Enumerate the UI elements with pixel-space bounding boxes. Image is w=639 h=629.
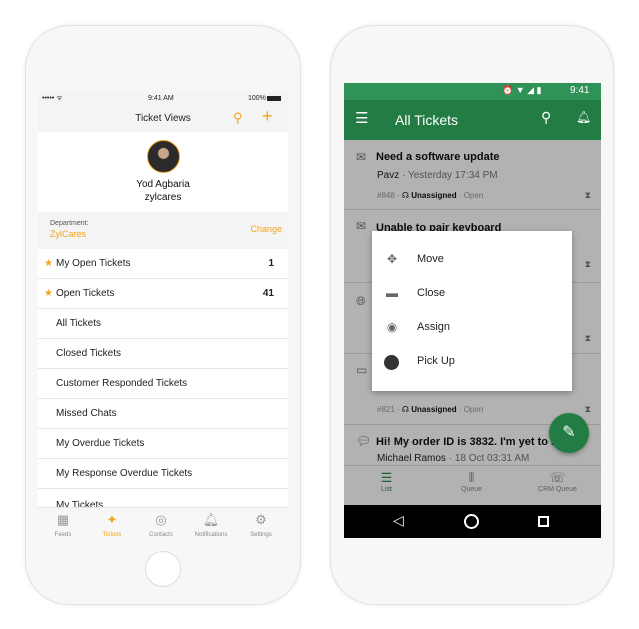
tab-contacts[interactable]: ◎ Contacts <box>136 508 186 538</box>
nav-bar: Ticket Views ⚲ + <box>38 105 288 132</box>
battery-icon <box>267 96 281 101</box>
ticket-close-icon: ▬ <box>386 286 398 300</box>
view-row[interactable]: Missed Chats <box>38 399 288 429</box>
bell-icon: 🔔︎ <box>202 512 220 527</box>
star-icon: ★ <box>44 288 53 299</box>
view-label: Missed Chats <box>56 408 117 419</box>
tab-label: Notifications <box>194 532 228 538</box>
view-label: My Open Tickets <box>56 258 131 269</box>
menu-item-assign[interactable]: ◉ Assign <box>372 311 572 345</box>
view-row[interactable]: My Response Overdue Tickets <box>38 459 288 489</box>
menu-label: Move <box>417 253 444 265</box>
fab-new-ticket[interactable]: ✎ <box>549 413 589 453</box>
profile-section: Yod Agbaria zylcares <box>38 132 288 212</box>
department-row: Department: ZylCares Change <box>38 212 288 248</box>
view-label: Closed Tickets <box>56 348 122 359</box>
menu-item-close[interactable]: ▬ Close <box>372 277 572 311</box>
department-value: ZylCares <box>50 229 87 239</box>
status-time: 9:41 <box>570 85 590 96</box>
bell-icon[interactable]: 🔔︎ <box>576 110 591 124</box>
view-row[interactable]: Customer Responded Tickets <box>38 369 288 399</box>
tab-label: Contacts <box>149 532 173 538</box>
change-department-button[interactable]: Change <box>250 224 282 234</box>
view-count: 1 <box>268 258 274 269</box>
star-icon: ★ <box>44 258 53 269</box>
action-menu: ✥ Move ▬ Close ◉ Assign Pick Up <box>372 231 572 391</box>
view-label: All Tickets <box>56 318 102 329</box>
search-icon[interactable]: ⚲ <box>541 109 551 126</box>
status-battery: 100% <box>248 95 266 102</box>
menu-item-pick-up[interactable]: Pick Up <box>372 345 572 379</box>
assign-icon: ◉ <box>386 320 398 334</box>
avatar[interactable] <box>147 140 180 173</box>
tab-label: Tickets <box>102 532 122 538</box>
tab-settings[interactable]: ⚙ Settings <box>236 508 286 538</box>
page-title: Ticket Views <box>135 113 191 124</box>
status-icons: ⏰ ▼ ◢ ▮ <box>502 85 542 95</box>
android-nav-bar: ◁ <box>344 505 601 538</box>
ios-tab-bar: ▦ Feeds ✦ Tickets ◎ Contacts 🔔︎ Notification… <box>38 507 288 540</box>
tickets-icon: ✦ <box>106 512 118 527</box>
view-row[interactable]: My Overdue Tickets <box>38 429 288 459</box>
tab-label: Feeds <box>54 532 72 538</box>
view-row-open-tickets[interactable]: ★ Open Tickets 41 <box>38 279 288 309</box>
signal-icon: ••••• ᯤ <box>42 95 63 102</box>
view-count: 41 <box>262 288 274 299</box>
menu-label: Pick Up <box>417 355 455 367</box>
ios-status-bar: ••••• ᯤ 9:41 AM 100% <box>38 92 288 105</box>
home-icon[interactable] <box>464 514 479 529</box>
department-label: Department: <box>50 220 89 227</box>
view-label: Open Tickets <box>56 288 115 299</box>
view-row[interactable]: Closed Tickets <box>38 339 288 369</box>
status-time: 9:41 AM <box>148 95 174 102</box>
android-status-bar: ⏰ ▼ ◢ ▮ 9:41 <box>344 83 601 100</box>
android-screen: ⏰ ▼ ◢ ▮ 9:41 ☰ All Tickets ⚲ 🔔︎ ✉ Need a… <box>344 83 601 538</box>
view-row[interactable]: All Tickets <box>38 309 288 339</box>
recents-icon[interactable] <box>538 516 549 527</box>
view-label: Customer Responded Tickets <box>56 378 188 389</box>
page-title: All Tickets <box>395 112 459 128</box>
menu-label: Close <box>417 287 446 299</box>
profile-org: zylcares <box>144 192 182 203</box>
menu-item-move[interactable]: ✥ Move <box>372 243 572 277</box>
profile-name: Yod Agbaria <box>136 179 190 190</box>
tab-notifications[interactable]: 🔔︎ Notifications <box>186 508 236 538</box>
tab-tickets[interactable]: ✦ Tickets <box>87 508 137 538</box>
feeds-icon: ▦ <box>56 512 70 527</box>
toolbar: ☰ All Tickets ⚲ 🔔︎ <box>344 100 601 140</box>
add-icon[interactable]: + <box>262 106 273 127</box>
tab-label: Settings <box>250 532 272 538</box>
menu-label: Assign <box>417 321 451 333</box>
back-icon[interactable]: ◁ <box>393 512 404 529</box>
menu-icon[interactable]: ☰ <box>355 109 368 127</box>
view-label: My Response Overdue Tickets <box>56 468 193 479</box>
view-label: My Overdue Tickets <box>56 438 145 449</box>
move-icon: ✥ <box>386 252 398 266</box>
tab-feeds[interactable]: ▦ Feeds <box>38 508 88 538</box>
gear-icon: ⚙ <box>255 512 267 527</box>
avatar <box>384 355 399 370</box>
contacts-icon: ◎ <box>155 512 167 527</box>
add-ticket-icon: ✎ <box>562 424 576 441</box>
ios-screen: ••••• ᯤ 9:41 AM 100% Ticket Views ⚲ + Yo… <box>38 92 288 540</box>
search-icon[interactable]: ⚲ <box>233 110 243 126</box>
home-button[interactable] <box>145 551 181 587</box>
view-row-my-open-tickets[interactable]: ★ My Open Tickets 1 <box>38 249 288 279</box>
